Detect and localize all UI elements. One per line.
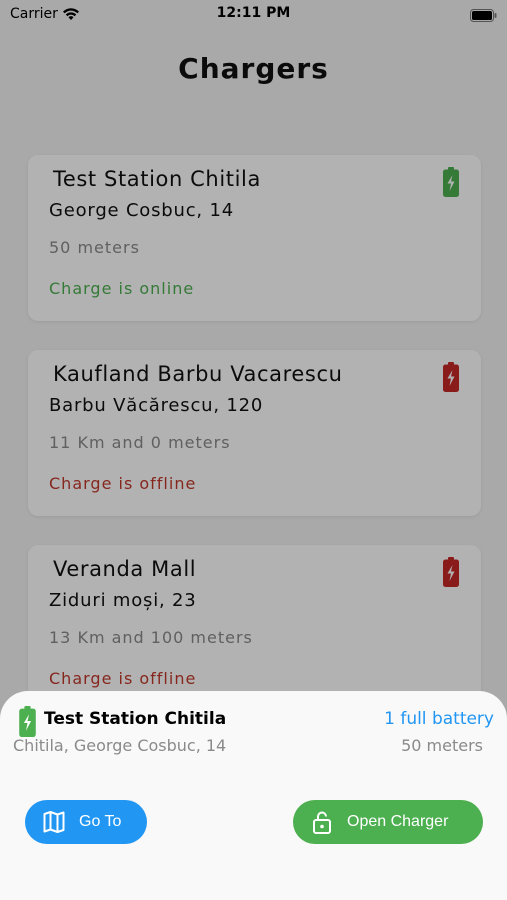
unlock-icon [311, 810, 333, 834]
go-to-label: Go To [79, 813, 122, 830]
map-icon [43, 810, 65, 834]
open-charger-label: Open Charger [347, 813, 449, 830]
open-charger-button[interactable]: Open Charger [293, 800, 483, 844]
sheet-battery-count: 1 full battery [384, 709, 494, 729]
sheet-charger-name: Test Station Chitila [44, 709, 227, 729]
sheet-charger-address: Chitila, George Cosbuc, 14 [13, 736, 227, 755]
charger-detail-sheet: Test Station Chitila Chitila, George Cos… [0, 691, 507, 900]
go-to-button[interactable]: Go To [25, 800, 147, 844]
sheet-distance: 50 meters [401, 736, 483, 755]
